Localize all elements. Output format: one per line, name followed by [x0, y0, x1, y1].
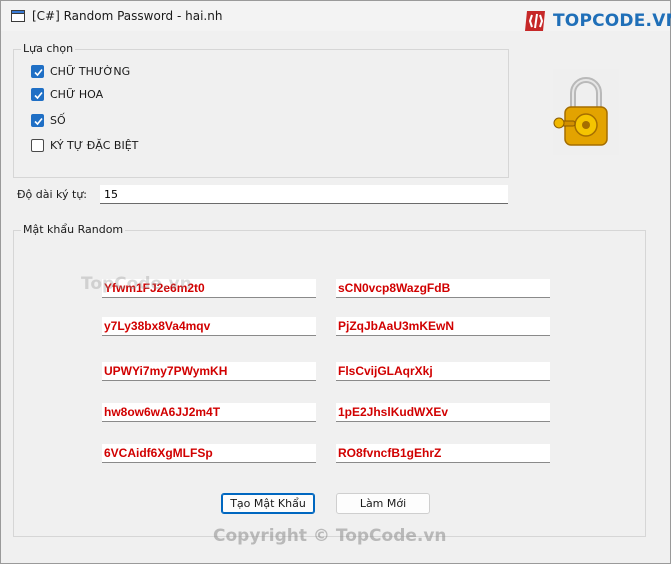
length-label: Độ dài ký tự: — [17, 188, 88, 201]
options-legend: Lựa chọn — [21, 42, 76, 55]
checkbox-lowercase-label: CHỮ THƯỜNG — [50, 64, 131, 78]
password-field-left-2[interactable] — [102, 317, 316, 336]
checkbox-uppercase-label: CHỮ HOA — [50, 87, 104, 101]
options-groupbox: Lựa chọn CHỮ THƯỜNG CHỮ HOA SỐ KÝ TỰ ĐẶC… — [13, 42, 509, 178]
password-field-right-1[interactable] — [336, 279, 550, 298]
topcode-logo-icon — [525, 11, 545, 31]
copyright-text: Copyright © TopCode.vn — [213, 526, 447, 546]
checkbox-digits[interactable]: SỐ — [31, 112, 66, 128]
password-field-right-3[interactable] — [336, 362, 550, 381]
topcode-logo-text: TOPCODE.VN — [553, 11, 671, 31]
checkbox-lowercase[interactable]: CHỮ THƯỜNG — [31, 63, 130, 79]
password-field-left-4[interactable] — [102, 403, 316, 422]
main-window: [C#] Random Password - hai.nh TOPCODE.VN… — [0, 0, 671, 564]
app-window-icon — [11, 10, 25, 22]
padlock-with-key-icon — [553, 69, 619, 155]
checkbox-digits-label: SỐ — [50, 113, 66, 127]
checkbox-special-chars-label: KÝ TỰ ĐẶC BIỆT — [50, 138, 139, 152]
title-bar: [C#] Random Password - hai.nh TOPCODE.VN — [1, 1, 671, 31]
checkbox-special-chars-box[interactable] — [31, 138, 44, 152]
checkmark-icon — [34, 91, 43, 99]
reset-button[interactable]: Làm Mới — [336, 493, 430, 514]
checkbox-special-chars[interactable]: KÝ TỰ ĐẶC BIỆT — [31, 137, 138, 153]
checkbox-lowercase-box[interactable] — [31, 64, 44, 78]
checkmark-icon — [34, 117, 43, 125]
random-passwords-groupbox: Mật khẩu Random — [13, 223, 646, 537]
password-field-left-5[interactable] — [102, 444, 316, 463]
password-field-left-3[interactable] — [102, 362, 316, 381]
checkbox-digits-box[interactable] — [31, 113, 44, 127]
password-field-right-4[interactable] — [336, 403, 550, 422]
password-field-left-1[interactable] — [102, 279, 316, 298]
checkbox-uppercase[interactable]: CHỮ HOA — [31, 86, 103, 102]
random-passwords-legend: Mật khẩu Random — [21, 223, 126, 236]
window-title: [C#] Random Password - hai.nh — [32, 9, 223, 23]
checkbox-uppercase-box[interactable] — [31, 87, 44, 101]
password-field-right-2[interactable] — [336, 317, 550, 336]
length-input[interactable] — [100, 185, 508, 204]
password-field-right-5[interactable] — [336, 444, 550, 463]
checkmark-icon — [34, 68, 43, 76]
generate-password-button[interactable]: Tạo Mật Khẩu — [221, 493, 315, 514]
